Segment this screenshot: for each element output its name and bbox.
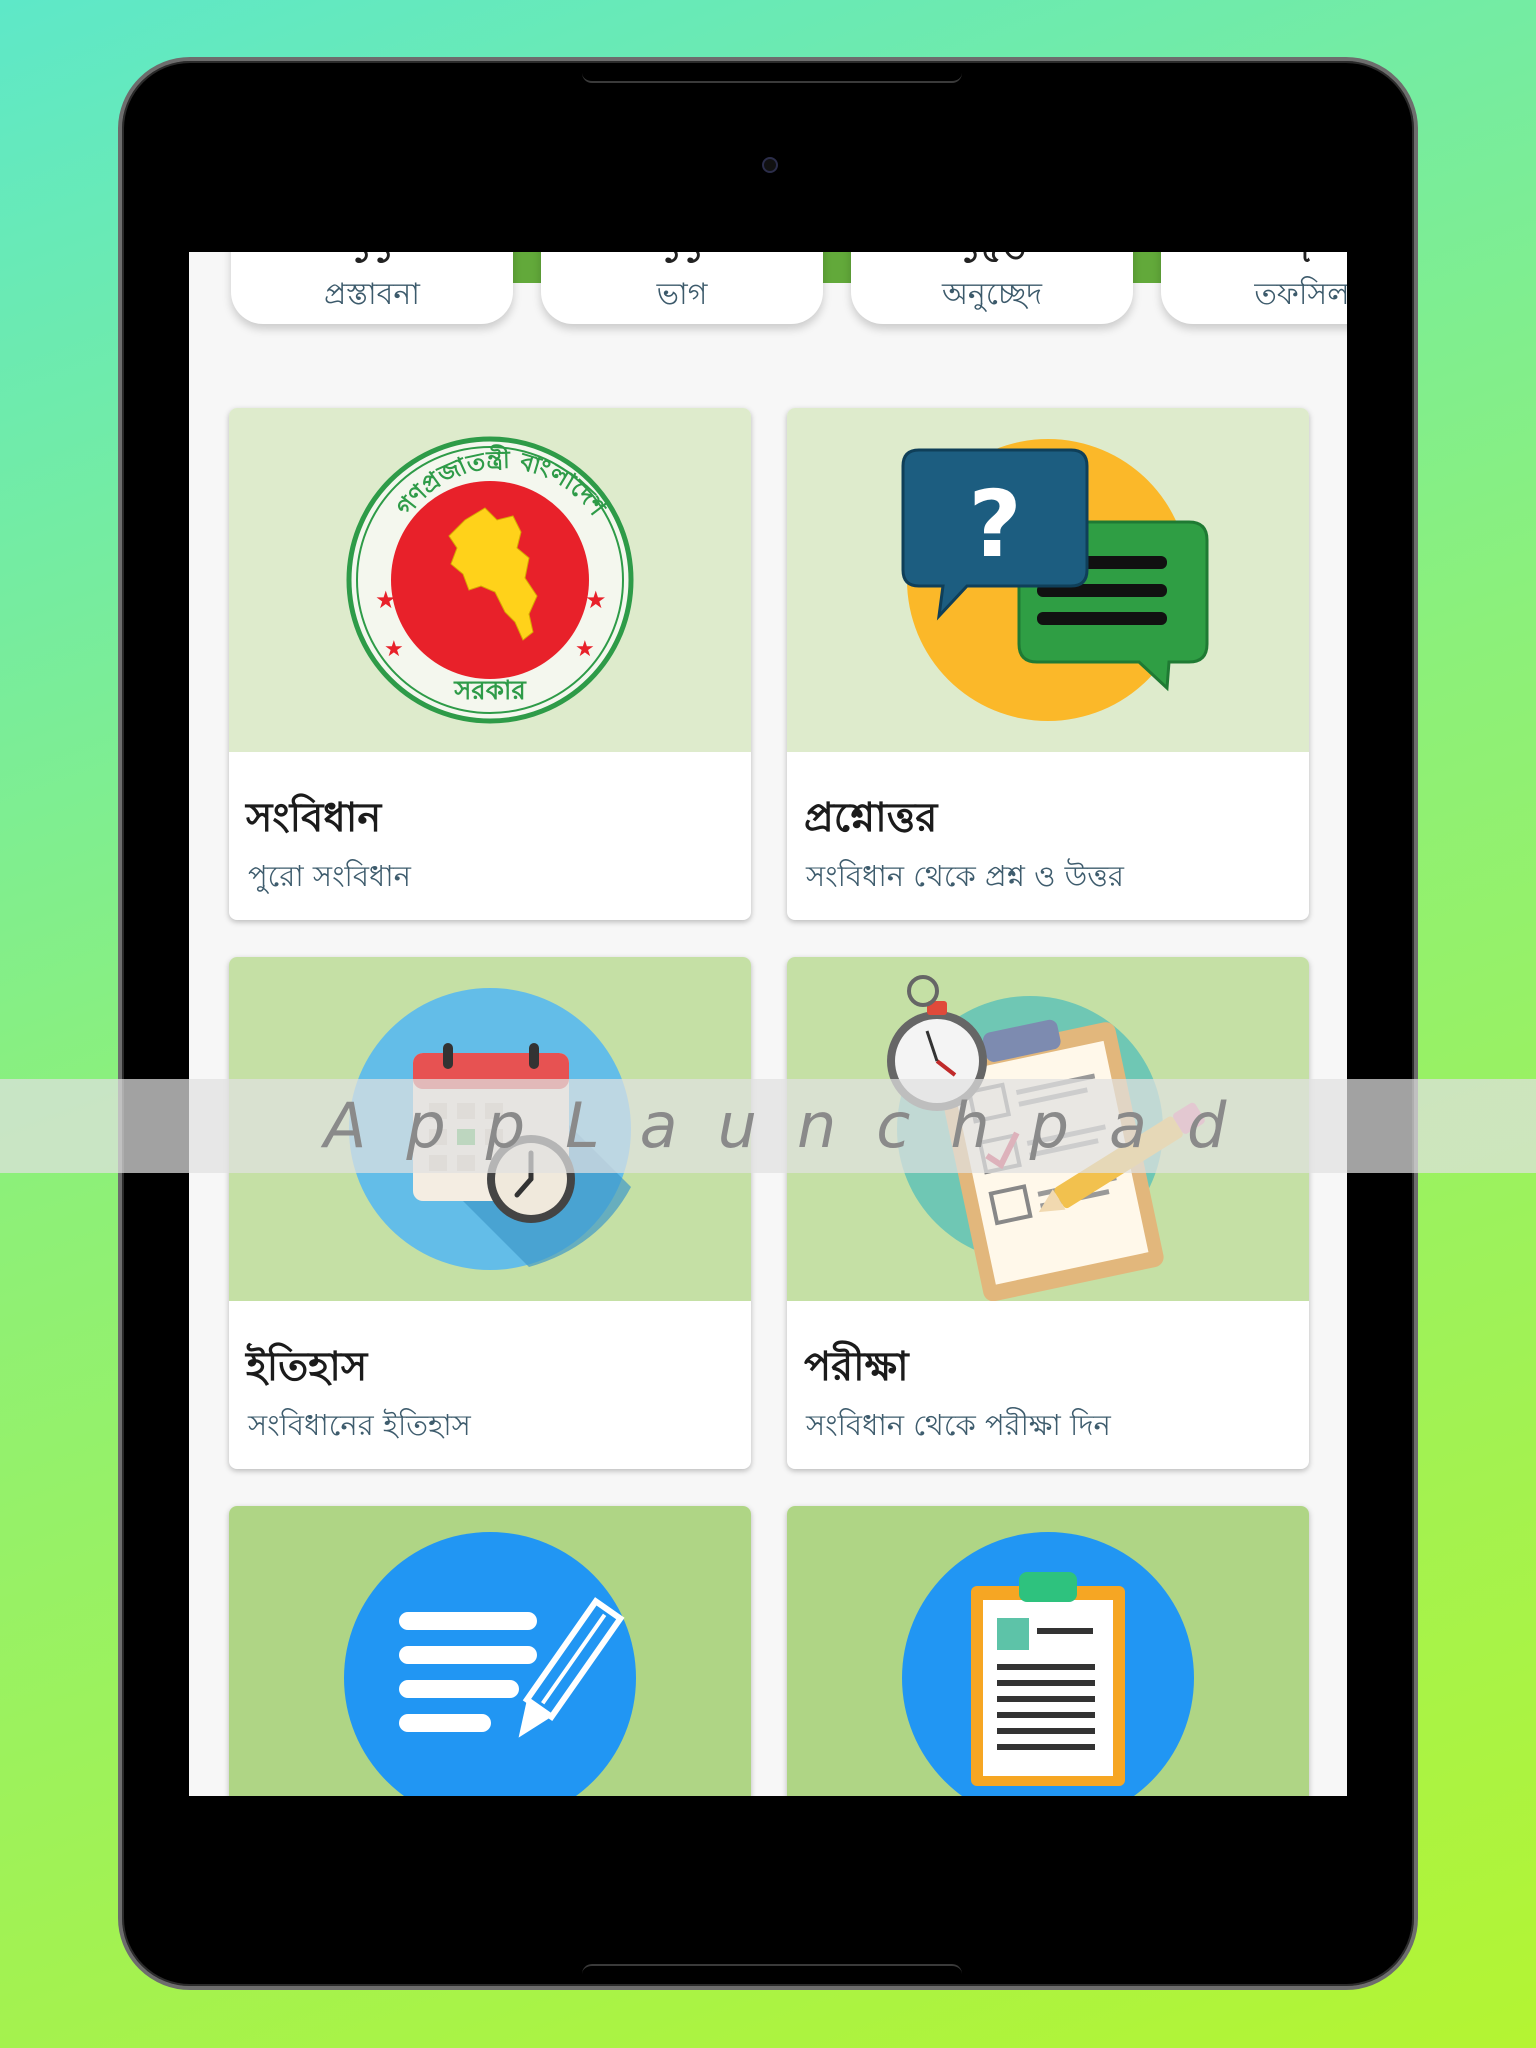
card-image <box>229 1506 751 1796</box>
star-icon: ★ <box>375 586 397 614</box>
star-icon: ★ <box>585 586 607 614</box>
stat-card-parts[interactable]: ১১ ভাগ <box>541 252 823 324</box>
card-title: ইতিহাস <box>246 1344 368 1390</box>
star-icon: ★ <box>575 637 595 662</box>
stat-value: ১১ <box>231 252 513 268</box>
question-chat-icon: ? <box>901 439 1209 721</box>
stat-value: ১৫৩ <box>851 252 1133 268</box>
stat-label: অনুচ্ছেদ <box>941 277 1043 312</box>
card-image: গণপ্রজাতন্ত্রী বাংলাদেশ সরকার ★ ★ ★ ★ <box>229 408 751 752</box>
stat-card-preamble[interactable]: ১১ প্রস্তাবনা <box>231 252 513 324</box>
card-history[interactable]: ইতিহাস সংবিধানের ইতিহাস <box>229 957 751 1469</box>
stat-label: তফসিল <box>1254 277 1347 312</box>
watermark-text: AppLaunchpad <box>324 1089 1267 1162</box>
stat-value: ১১ <box>541 252 823 268</box>
clipboard-document-icon <box>902 1532 1194 1796</box>
star-icon: ★ <box>384 637 404 662</box>
stat-label: ভাগ <box>656 277 708 312</box>
stat-card-articles[interactable]: ১৫৩ অনুচ্ছেদ <box>851 252 1133 324</box>
card-clipboard[interactable] <box>787 1506 1309 1796</box>
stat-label: প্রস্তাবনা <box>324 277 420 312</box>
app-screen: ১১ প্রস্তাবনা ১১ ভাগ ১৫৩ অনুচ্ছেদ ৭ তফসি… <box>189 252 1347 1796</box>
stat-value: ৭ <box>1161 252 1347 268</box>
card-subtitle: সংবিধান থেকে পরীক্ষা দিন <box>806 1408 1111 1442</box>
front-camera <box>762 157 778 173</box>
card-title: সংবিধান <box>246 795 382 841</box>
card-exam[interactable]: পরীক্ষা সংবিধান থেকে পরীক্ষা দিন <box>787 957 1309 1469</box>
tablet-bottom-notch <box>582 1964 962 1980</box>
government-seal-icon: গণপ্রজাতন্ত্রী বাংলাদেশ সরকার ★ ★ ★ ★ <box>346 436 634 724</box>
svg-text:?: ? <box>968 471 1021 578</box>
stat-card-schedules[interactable]: ৭ তফসিল <box>1161 252 1347 324</box>
card-image <box>787 1506 1309 1796</box>
card-subtitle: সংবিধান থেকে প্রশ্ন ও উত্তর <box>806 859 1124 893</box>
card-qa[interactable]: ? প্রশ্নোত্তর সংবিধান থেকে প্রশ্ন ও উত্ত… <box>787 408 1309 920</box>
card-title: পরীক্ষা <box>804 1344 909 1390</box>
notes-pencil-icon <box>344 1532 636 1796</box>
card-subtitle: পুরো সংবিধান <box>248 859 411 893</box>
seal-bottom-text: সরকার <box>453 676 527 706</box>
card-title: প্রশ্নোত্তর <box>804 795 938 841</box>
card-subtitle: সংবিধানের ইতিহাস <box>248 1408 471 1442</box>
card-notes[interactable] <box>229 1506 751 1796</box>
card-constitution[interactable]: গণপ্রজাতন্ত্রী বাংলাদেশ সরকার ★ ★ ★ ★ সং… <box>229 408 751 920</box>
card-image: ? <box>787 408 1309 752</box>
watermark-banner: AppLaunchpad <box>0 1079 1536 1173</box>
tablet-top-notch <box>582 67 962 83</box>
